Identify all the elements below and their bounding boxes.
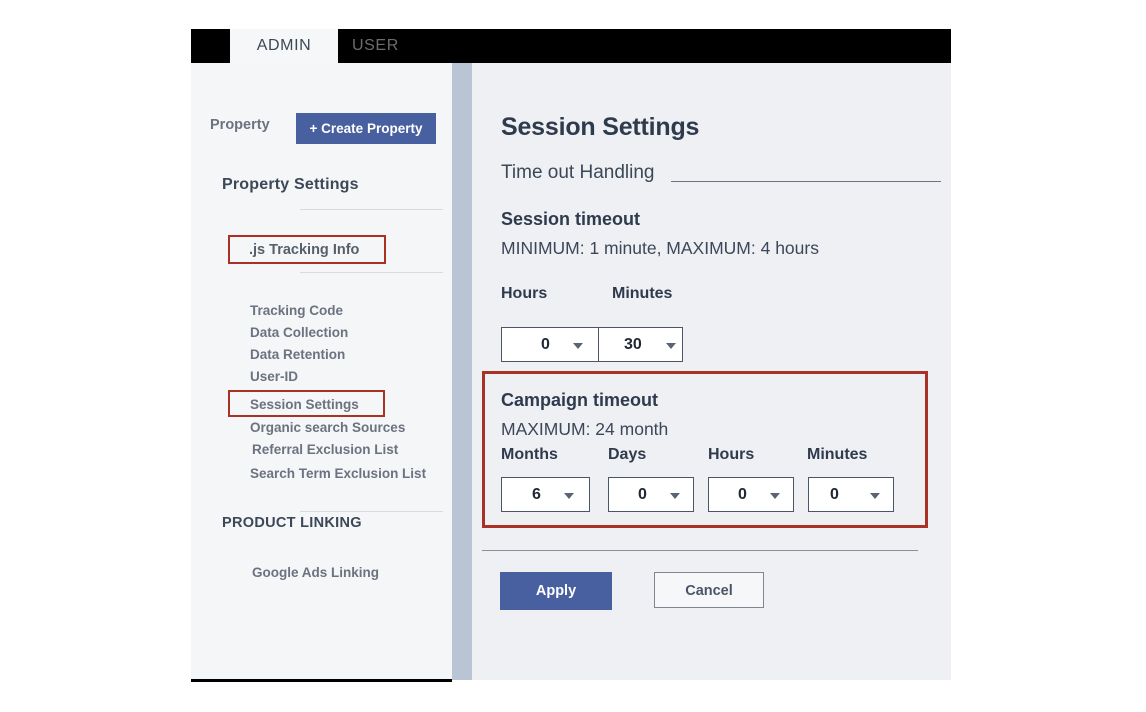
- sidebar-item-data-collection[interactable]: Data Collection: [250, 325, 348, 340]
- sidebar-divider-bottom: [300, 511, 443, 512]
- chevron-down-icon: [564, 493, 574, 499]
- select-campaign-minutes-value: 0: [830, 486, 839, 503]
- sidebar-section-title: Property Settings: [222, 176, 359, 193]
- cancel-button[interactable]: Cancel: [654, 572, 764, 608]
- session-timeout-constraint: MINIMUM: 1 minute, MAXIMUM: 4 hours: [501, 238, 819, 258]
- chevron-down-icon: [573, 343, 583, 349]
- select-session-minutes-value: 30: [624, 336, 642, 353]
- select-campaign-days-value: 0: [638, 486, 647, 503]
- select-campaign-months[interactable]: [501, 477, 590, 512]
- label-session-hours: Hours: [501, 285, 548, 302]
- sidebar-item-user-id[interactable]: User-ID: [250, 369, 298, 384]
- sidebar: Property + Create Property Property Sett…: [191, 63, 452, 682]
- apply-button[interactable]: Apply: [500, 572, 612, 610]
- tab-admin[interactable]: ADMIN: [230, 29, 338, 63]
- create-property-button[interactable]: + Create Property: [296, 113, 436, 144]
- chevron-down-icon: [670, 493, 680, 499]
- label-campaign-months: Months: [501, 446, 558, 463]
- panel-divider: [452, 63, 472, 680]
- select-session-hours[interactable]: [501, 327, 600, 362]
- subsection-title-timeout-handling: Time out Handling: [501, 162, 655, 183]
- label-campaign-hours: Hours: [708, 446, 755, 463]
- sidebar-section-product-linking: PRODUCT LINKING: [222, 515, 362, 531]
- sidebar-divider-top: [300, 209, 443, 210]
- tab-user[interactable]: USER: [346, 29, 442, 63]
- label-session-minutes: Minutes: [612, 285, 673, 302]
- subsection-rule: [671, 181, 941, 182]
- sidebar-property-label: Property: [210, 117, 270, 133]
- footer-divider: [482, 550, 918, 551]
- sidebar-item-tracking-info[interactable]: .js Tracking Info: [249, 242, 359, 258]
- sidebar-item-organic-search-sources[interactable]: Organic search Sources: [250, 420, 405, 435]
- select-campaign-hours-value: 0: [738, 486, 747, 503]
- tab-user-label: USER: [352, 37, 399, 54]
- main-panel: Session Settings Time out Handling Sessi…: [472, 63, 951, 680]
- select-campaign-days[interactable]: [608, 477, 694, 512]
- sidebar-divider-middle: [300, 272, 443, 273]
- chevron-down-icon: [666, 343, 676, 349]
- campaign-timeout-constraint: MAXIMUM: 24 month: [501, 419, 669, 439]
- chevron-down-icon: [870, 493, 880, 499]
- top-navigation-bar: ADMIN USER: [191, 29, 951, 63]
- select-campaign-hours[interactable]: [708, 477, 794, 512]
- sidebar-item-session-settings[interactable]: Session Settings: [250, 397, 359, 412]
- session-timeout-title: Session timeout: [501, 209, 641, 229]
- select-campaign-months-value: 6: [532, 486, 541, 503]
- sidebar-item-search-term-exclusion-list[interactable]: Search Term Exclusion List: [250, 466, 426, 481]
- chevron-down-icon: [770, 493, 780, 499]
- label-campaign-days: Days: [608, 446, 647, 463]
- page-title: Session Settings: [501, 113, 700, 141]
- sidebar-item-tracking-code[interactable]: Tracking Code: [250, 303, 343, 318]
- select-session-hours-value: 0: [541, 336, 550, 353]
- sidebar-item-referral-exclusion-list[interactable]: Referral Exclusion List: [252, 442, 398, 457]
- sidebar-item-data-retention[interactable]: Data Retention: [250, 347, 345, 362]
- label-campaign-minutes: Minutes: [807, 446, 868, 463]
- sidebar-item-google-ads-linking[interactable]: Google Ads Linking: [252, 565, 379, 580]
- tab-admin-label: ADMIN: [256, 37, 312, 54]
- app-root: ADMIN USER Property + Create Property Pr…: [0, 0, 1146, 712]
- select-campaign-minutes[interactable]: [808, 477, 894, 512]
- campaign-timeout-title: Campaign timeout: [501, 390, 659, 410]
